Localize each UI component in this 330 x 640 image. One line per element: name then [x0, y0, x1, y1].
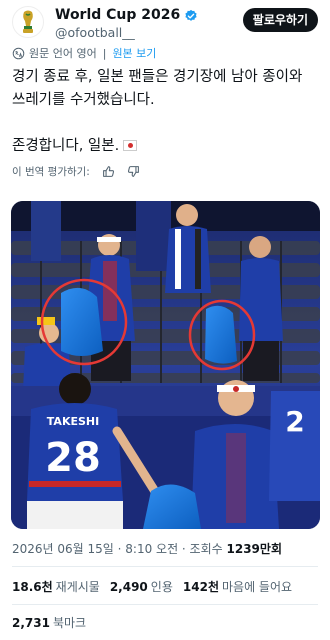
- jersey-name-text: TAKESHI: [47, 415, 99, 428]
- tweet-line-1: 경기 종료 후, 일본 팬들은 경기장에 남아 종이와 쓰레기를 수거했습니다.: [12, 69, 303, 108]
- retweets-count: 18.6천: [12, 580, 53, 594]
- retweets-label: 재게시물: [55, 580, 100, 594]
- rate-translation-row: 이 번역 평가하기:: [12, 163, 140, 179]
- follow-button[interactable]: 팔로우하기: [242, 8, 318, 32]
- original-language-label: 원문 언어 영어: [29, 47, 97, 60]
- stadium-photo: TAKESHI 28 2: [11, 201, 320, 529]
- tweet-line-2: 존경합니다, 일본.: [12, 138, 120, 154]
- view-count: 1239만회: [226, 542, 282, 556]
- account-handle[interactable]: @ofootball__: [55, 25, 198, 41]
- view-original-link[interactable]: 원본 보기: [112, 45, 156, 61]
- separator: |: [102, 46, 107, 60]
- tweet-line-2-container: 존경합니다, 일본.: [12, 135, 318, 158]
- quotes-label: 인용: [150, 580, 173, 594]
- rate-translation-label: 이 번역 평가하기:: [12, 165, 90, 178]
- bookmarks-count: 2,731: [12, 616, 50, 630]
- trophy-icon: [23, 10, 33, 33]
- display-name-text: World Cup 2026: [55, 7, 181, 23]
- display-name[interactable]: World Cup 2026: [55, 7, 198, 24]
- tweet-photo[interactable]: TAKESHI 28 2: [11, 201, 320, 529]
- jersey-number-right-text: 2: [285, 405, 304, 438]
- japan-flag-icon: [123, 140, 138, 151]
- likes-stat[interactable]: 142천 마음에 들어요: [183, 578, 292, 596]
- tweet-date-time: 2026년 06월 15일 · 8:10 오전 · 조회수: [12, 542, 227, 556]
- avatar[interactable]: [12, 6, 44, 38]
- retweets-stat[interactable]: 18.6천 재게시물: [12, 578, 100, 596]
- tweet-text: 경기 종료 후, 일본 팬들은 경기장에 남아 종이와 쓰레기를 수거했습니다.…: [12, 66, 318, 158]
- quotes-stat[interactable]: 2,490 인용: [110, 578, 173, 596]
- divider: [12, 604, 318, 605]
- tweet-header: World Cup 2026 @ofootball__ 팔로우하기: [12, 6, 318, 40]
- likes-label: 마음에 들어요: [221, 580, 293, 594]
- account-info: World Cup 2026 @ofootball__: [55, 7, 198, 41]
- thumbs-down-icon[interactable]: [127, 165, 140, 178]
- divider: [12, 566, 318, 567]
- quotes-count: 2,490: [109, 580, 148, 594]
- bookmarks-stat[interactable]: 2,731 북마크: [12, 614, 86, 632]
- bookmarks-label: 북마크: [52, 616, 87, 630]
- likes-count: 142천: [182, 580, 219, 594]
- translate-icon: [12, 47, 25, 59]
- jersey-number-text: 28: [45, 435, 101, 481]
- engagement-stats: 18.6천 재게시물 2,490 인용 142천 마음에 들어요: [12, 578, 292, 596]
- thumbs-up-icon[interactable]: [102, 165, 115, 178]
- translation-row: 원문 언어 영어 | 원본 보기: [12, 44, 156, 62]
- tweet-timestamp[interactable]: 2026년 06월 15일 · 8:10 오전 · 조회수 1239만회: [12, 541, 282, 557]
- verified-badge-icon: [185, 9, 197, 21]
